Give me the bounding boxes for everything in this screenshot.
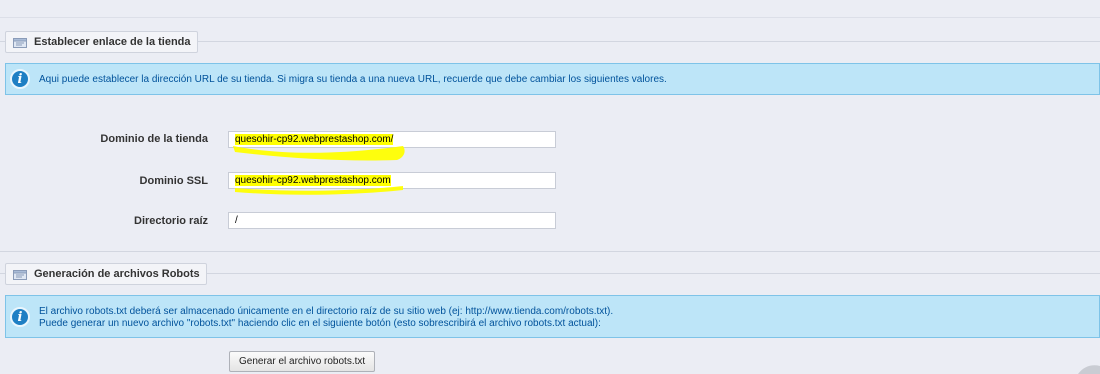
store-info-text: Aqui puede establecer la dirección URL d… xyxy=(39,74,667,85)
robots-section-title: Generación de archivos Robots xyxy=(34,268,200,280)
highlight-scribble xyxy=(233,146,405,195)
store-info-box: i Aqui puede establecer la dirección URL… xyxy=(5,63,1100,95)
top-bar xyxy=(0,0,1100,18)
corner-scroll-icon xyxy=(1078,365,1100,374)
robots-info-line1: El archivo robots.txt deberá ser almacen… xyxy=(39,306,614,317)
root-directory-label: Directorio raíz xyxy=(134,215,208,227)
robots-info-box: i El archivo robots.txt deberá ser almac… xyxy=(5,295,1100,338)
ssl-domain-label: Dominio SSL xyxy=(139,175,208,187)
shop-domain-label: Dominio de la tienda xyxy=(100,133,208,145)
info-icon: i xyxy=(10,69,30,89)
section-folder-icon xyxy=(13,269,27,280)
shop-domain-input[interactable]: quesohir-cp92.webprestashop.com/ xyxy=(228,131,556,148)
robots-info-line2: Puede generar un nuevo archivo "robots.t… xyxy=(39,318,601,329)
store-section-title: Establecer enlace de la tienda xyxy=(34,36,191,48)
robots-section-legend: Generación de archivos Robots xyxy=(5,263,207,285)
robots-section-top-rule xyxy=(0,251,1100,252)
info-icon: i xyxy=(10,307,30,327)
store-section-legend: Establecer enlace de la tienda xyxy=(5,31,198,53)
root-directory-input[interactable]: / xyxy=(228,212,556,229)
ssl-domain-input[interactable]: quesohir-cp92.webprestashop.com xyxy=(228,172,556,189)
section-folder-icon xyxy=(13,37,27,48)
generate-robots-button[interactable]: Generar el archivo robots.txt xyxy=(229,351,376,372)
